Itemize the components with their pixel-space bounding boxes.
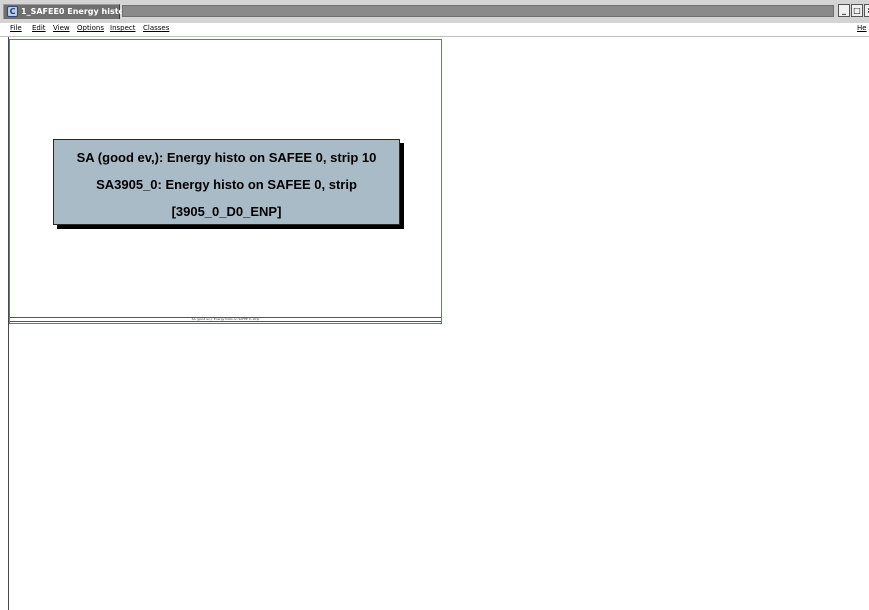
title-line-1: SA (good ev,): Energy histo on SAFEE 0, …	[76, 150, 377, 165]
minimize-button[interactable]: _	[838, 4, 850, 17]
menu-bar: File Edit View Options Inspect Classes H…	[0, 23, 869, 37]
close-button[interactable]: ×	[864, 4, 869, 17]
histogram-title-box[interactable]: SA (good ev,): Energy histo on SAFEE 0, …	[53, 139, 400, 225]
menu-classes[interactable]: Classes	[143, 24, 169, 32]
title-line-2: SA3905_0: Energy histo on SAFEE 0, strip	[96, 177, 357, 192]
title-bar[interactable]: C 1_SAFEE0 Energy histo _ □ ×	[0, 0, 869, 23]
footer-divider-bottom	[10, 321, 441, 322]
menu-file[interactable]: File	[10, 24, 22, 32]
title-line-3: [3905_0_D0_ENP]	[171, 204, 282, 219]
menu-inspect[interactable]: Inspect	[110, 24, 136, 32]
maximize-button[interactable]: □	[851, 4, 863, 17]
app-icon[interactable]: C	[7, 6, 18, 17]
window-title: 1_SAFEE0 Energy histo	[21, 7, 125, 16]
canvas-pad[interactable]: SA (good ev,): Energy histo on SAFEE 0, …	[9, 39, 442, 324]
menu-options[interactable]: Options	[77, 24, 104, 32]
menu-edit[interactable]: Edit	[32, 24, 46, 32]
title-bar-fill	[122, 5, 834, 17]
menu-view[interactable]: View	[53, 24, 70, 32]
window-title-tab[interactable]: C 1_SAFEE0 Energy histo	[3, 4, 124, 19]
menu-help[interactable]: He	[857, 24, 867, 32]
